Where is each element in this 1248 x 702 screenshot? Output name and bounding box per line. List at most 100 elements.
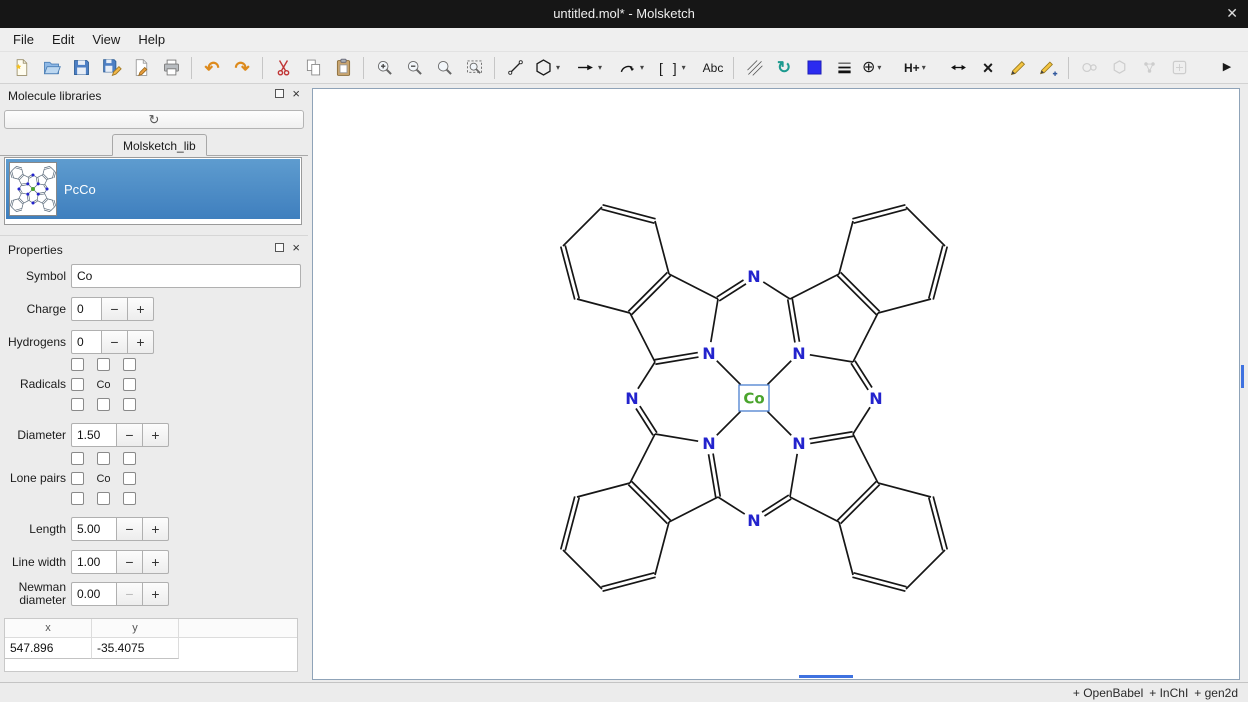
coordinate-y-value[interactable]: -35.4075 xyxy=(92,638,179,659)
dock-float-icon[interactable] xyxy=(275,89,284,98)
save-as-icon xyxy=(101,57,122,78)
length-increment-button[interactable]: + xyxy=(142,517,169,541)
zoom-fit-button[interactable] xyxy=(460,54,488,82)
transform-tool-1-button[interactable] xyxy=(1004,54,1032,82)
menu-view[interactable]: View xyxy=(83,29,129,50)
zoom-original-button[interactable] xyxy=(430,54,458,82)
lone-pair-checkbox[interactable] xyxy=(71,452,84,465)
symbol-input[interactable] xyxy=(71,264,301,288)
menu-edit[interactable]: Edit xyxy=(43,29,83,50)
line-width-input[interactable] xyxy=(71,550,117,574)
radical-checkbox[interactable] xyxy=(123,398,136,411)
new-file-button[interactable] xyxy=(7,54,35,82)
coordinates-value-row: 547.896 -35.4075 xyxy=(5,638,297,659)
hydrogens-increment-button[interactable]: + xyxy=(127,330,154,354)
paste-button[interactable] xyxy=(329,54,357,82)
dropdown-arrow-icon[interactable]: ▾ xyxy=(682,63,686,72)
bracket-tool-button[interactable]: [ ]▾ xyxy=(657,54,697,82)
hydrogens-decrement-button[interactable]: − xyxy=(101,330,128,354)
flip-horizontal-button[interactable] xyxy=(944,54,972,82)
charge-row: Charge − + xyxy=(0,297,308,321)
redo-button[interactable]: ↷ xyxy=(228,54,256,82)
dropdown-arrow-icon[interactable]: ▾ xyxy=(598,63,602,72)
status-badge: + OpenBabel xyxy=(1073,686,1143,700)
diameter-increment-button[interactable]: + xyxy=(142,423,169,447)
dock-float-icon[interactable] xyxy=(275,243,284,252)
dock-close-icon[interactable]: × xyxy=(292,243,300,252)
charge-input[interactable] xyxy=(71,297,102,321)
radical-checkbox[interactable] xyxy=(123,378,136,391)
cut-button[interactable] xyxy=(269,54,297,82)
molecule-drawing[interactable]: CoNNNNNNNN xyxy=(313,89,1239,679)
line-width-increment-button[interactable]: + xyxy=(142,550,169,574)
color-swatch-button[interactable] xyxy=(800,54,828,82)
draw-tool-button[interactable] xyxy=(501,54,529,82)
dock-close-icon[interactable]: × xyxy=(292,89,300,98)
mechanism-arrow-tool-button[interactable]: ▾ xyxy=(615,54,655,82)
vertical-scrollbar-thumb[interactable] xyxy=(1241,365,1244,388)
lone-pair-checkbox[interactable] xyxy=(123,452,136,465)
radical-checkbox[interactable] xyxy=(71,398,84,411)
coordinate-x-value[interactable]: 547.896 xyxy=(5,638,92,659)
radical-checkbox[interactable] xyxy=(97,358,110,371)
lone-pair-checkbox[interactable] xyxy=(71,472,84,485)
open-file-button[interactable] xyxy=(37,54,65,82)
rotate-tool-button[interactable]: ↻ xyxy=(770,54,798,82)
radical-checkbox[interactable] xyxy=(97,398,110,411)
library-refresh-button[interactable]: ↻ xyxy=(4,110,304,129)
transform-tool-2-icon xyxy=(1038,57,1059,78)
newman-diameter-input[interactable] xyxy=(71,582,117,606)
copy-button[interactable] xyxy=(299,54,327,82)
length-input[interactable] xyxy=(71,517,117,541)
color-swatch-icon xyxy=(804,57,825,78)
lone-pair-checkbox[interactable] xyxy=(123,472,136,485)
dropdown-arrow-icon[interactable]: ▾ xyxy=(877,63,881,72)
lone-pair-checkbox[interactable] xyxy=(97,492,110,505)
dropdown-arrow-icon[interactable]: ▾ xyxy=(922,63,926,72)
horizontal-scrollbar-thumb[interactable] xyxy=(799,675,853,678)
charge-increment-button[interactable]: + xyxy=(127,297,154,321)
transform-tool-2-button[interactable] xyxy=(1034,54,1062,82)
ring-tool-button[interactable]: ▾ xyxy=(531,54,571,82)
export-button[interactable] xyxy=(127,54,155,82)
lone-pair-checkbox[interactable] xyxy=(123,492,136,505)
charge-tool-button[interactable]: ⊕▾ xyxy=(860,54,900,82)
toolbar-separator xyxy=(191,57,192,79)
length-decrement-button[interactable]: − xyxy=(116,517,143,541)
radical-checkbox[interactable] xyxy=(123,358,136,371)
line-width-button[interactable] xyxy=(830,54,858,82)
zoom-in-button[interactable] xyxy=(370,54,398,82)
window-close-icon[interactable]: ✕ xyxy=(1226,5,1238,22)
hatch-tool-button[interactable] xyxy=(740,54,768,82)
lone-pairs-label: Lone pairs xyxy=(0,472,66,485)
diameter-input[interactable] xyxy=(71,423,117,447)
menu-help[interactable]: Help xyxy=(129,29,174,50)
print-button[interactable] xyxy=(157,54,185,82)
newman-diameter-increment-button[interactable]: + xyxy=(142,582,169,606)
line-width-decrement-button[interactable]: − xyxy=(116,550,143,574)
lone-pair-checkbox[interactable] xyxy=(97,452,110,465)
lone-pair-checkbox[interactable] xyxy=(71,492,84,505)
refresh-icon: ↻ xyxy=(149,112,160,128)
save-button[interactable] xyxy=(67,54,95,82)
tab-molsketch-lib[interactable]: Molsketch_lib xyxy=(112,134,207,156)
reaction-arrow-tool-button[interactable]: ▾ xyxy=(573,54,613,82)
save-as-button[interactable] xyxy=(97,54,125,82)
drawing-canvas[interactable]: CoNNNNNNNN xyxy=(312,88,1240,680)
charge-decrement-button[interactable]: − xyxy=(101,297,128,321)
toolbar-extension-button[interactable]: ▶ xyxy=(1213,54,1241,82)
hydrogens-input[interactable] xyxy=(71,330,102,354)
length-row: Length − + xyxy=(0,517,308,541)
undo-button[interactable]: ↶ xyxy=(198,54,226,82)
diameter-decrement-button[interactable]: − xyxy=(116,423,143,447)
dropdown-arrow-icon[interactable]: ▾ xyxy=(556,63,560,72)
radical-checkbox[interactable] xyxy=(71,358,84,371)
text-tool-button[interactable]: Abc xyxy=(699,54,727,82)
dropdown-arrow-icon[interactable]: ▾ xyxy=(640,63,644,72)
radical-checkbox[interactable] xyxy=(71,378,84,391)
library-item-pcco[interactable]: PcCo xyxy=(6,159,300,219)
menu-file[interactable]: File xyxy=(4,29,43,50)
zoom-out-button[interactable] xyxy=(400,54,428,82)
hydrogen-tool-button[interactable]: H+▾ xyxy=(902,54,942,82)
delete-tool-button[interactable]: × xyxy=(974,54,1002,82)
